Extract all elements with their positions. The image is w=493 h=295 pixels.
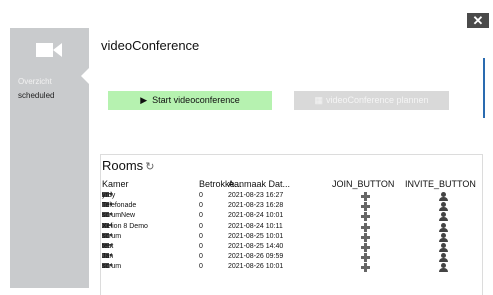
main-panel: videoConference ▶ Start videoconference ▦… [89, 28, 493, 295]
rooms-panel: Rooms ↻ Kamer Betrokke... Aanmaak Dat... … [100, 154, 483, 295]
join-icon[interactable] [361, 192, 370, 201]
created-date-cell: 2021-08-26 09:59 [228, 253, 284, 261]
column-header-room[interactable]: Kamer [102, 179, 129, 189]
invite-user-icon[interactable] [439, 232, 448, 242]
column-header-created[interactable]: Aanmaak Dat... [228, 179, 290, 189]
room-name: Telefonade [102, 202, 137, 210]
invite-user-icon[interactable] [439, 212, 448, 222]
plan-videoconference-button[interactable]: ▦ videoConference plannen [294, 91, 449, 110]
invite-user-icon[interactable] [439, 202, 448, 212]
invite-user-icon[interactable] [439, 263, 448, 273]
sidebar-item-overview[interactable]: Overzicht [18, 77, 52, 86]
window-topbar: ✕ [0, 0, 493, 29]
participants-cell: 0 [199, 253, 203, 261]
participants-cell: 0 [199, 232, 203, 240]
close-button[interactable]: ✕ [467, 13, 489, 29]
plan-videoconference-label: videoConference plannen [325, 95, 429, 105]
room-name: Jan [102, 253, 114, 261]
invite-user-icon[interactable] [439, 222, 448, 232]
room-name: scrumNew [102, 212, 136, 220]
participants-cell: 0 [199, 202, 203, 210]
invite-user-icon[interactable] [439, 192, 448, 201]
participants-cell: 0 [199, 192, 203, 199]
table-row[interactable]: yrdy 0 2021-08-23 16:27 [102, 192, 482, 202]
play-icon: ▶ [140, 95, 148, 105]
refresh-icon[interactable]: ↻ [145, 161, 154, 173]
created-date-cell: 2021-08-25 14:40 [228, 243, 284, 250]
join-icon[interactable] [361, 263, 370, 273]
room-name: test [102, 243, 114, 250]
join-icon[interactable] [361, 212, 370, 222]
rooms-title: Rooms [102, 158, 144, 173]
participants-cell: 0 [199, 222, 203, 230]
created-date-cell: 2021-08-26 10:01 [228, 263, 284, 271]
table-row[interactable]: Xelion 8 Demo 0 2021-08-24 10:11 [102, 222, 482, 233]
created-date-cell: 2021-08-24 10:11 [228, 222, 283, 230]
table-row[interactable]: Jan 0 2021-08-26 09:59 [102, 253, 482, 263]
column-header-invite[interactable]: INVITE_BUTTON [405, 179, 476, 189]
table-row[interactable]: scrum 0 2021-08-26 10:01 [102, 263, 482, 273]
scrollbar[interactable] [483, 58, 485, 118]
room-name: yrdy [102, 192, 116, 199]
sidebar-selection-notch [81, 68, 89, 84]
join-icon[interactable] [361, 232, 370, 242]
room-name: scrum [102, 232, 122, 240]
room-name: scrum [102, 263, 122, 271]
participants-cell: 0 [199, 243, 203, 250]
start-videoconference-label: Start videoconference [152, 95, 240, 105]
participants-cell: 0 [199, 212, 203, 220]
join-icon[interactable] [361, 202, 370, 212]
column-header-join[interactable]: JOIN_BUTTON [332, 179, 394, 189]
table-row[interactable]: test 0 2021-08-25 14:40 [102, 243, 482, 253]
join-icon[interactable] [361, 222, 370, 232]
rooms-heading: Rooms ↻ [102, 158, 154, 173]
created-date-cell: 2021-08-23 16:28 [228, 202, 284, 210]
created-date-cell: 2021-08-23 16:27 [228, 192, 284, 199]
table-row[interactable]: Telefonade 0 2021-08-23 16:28 [102, 202, 482, 212]
join-icon[interactable] [361, 243, 370, 252]
calendar-icon: ▦ [314, 95, 323, 105]
room-name: Xelion 8 Demo [102, 222, 148, 230]
sidebar-item-scheduled[interactable]: scheduled [18, 91, 54, 100]
page-title: videoConference [101, 38, 200, 53]
sidebar: Overzicht scheduled [10, 28, 89, 288]
join-icon[interactable] [361, 253, 370, 263]
table-row[interactable]: scrum 0 2021-08-25 10:01 [102, 232, 482, 243]
participants-cell: 0 [199, 263, 203, 271]
table-row[interactable]: scrumNew 0 2021-08-24 10:01 [102, 212, 482, 222]
start-videoconference-button[interactable]: ▶ Start videoconference [108, 91, 272, 110]
created-date-cell: 2021-08-24 10:01 [228, 212, 284, 220]
invite-user-icon[interactable] [439, 243, 448, 252]
invite-user-icon[interactable] [439, 253, 448, 263]
video-camera-icon [36, 43, 62, 57]
created-date-cell: 2021-08-25 10:01 [228, 232, 284, 240]
